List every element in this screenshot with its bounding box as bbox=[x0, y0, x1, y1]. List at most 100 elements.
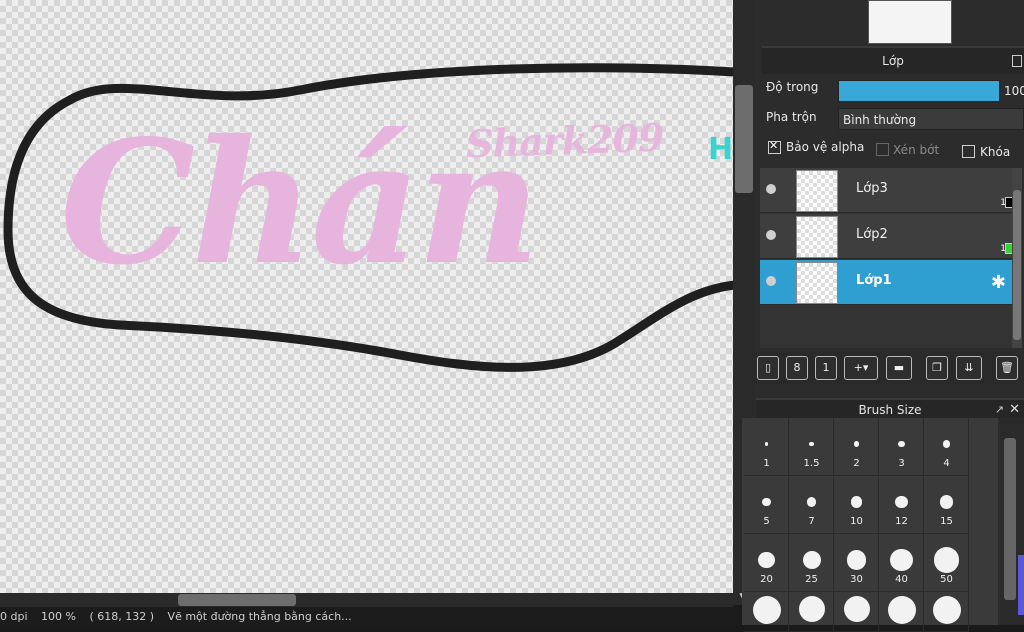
new-1bit-layer-icon[interactable]: 1 bbox=[815, 356, 837, 380]
canvas-horizontal-scroll-thumb[interactable] bbox=[178, 594, 296, 606]
brush-size-title: Brush Size bbox=[858, 403, 922, 417]
brush-size-option[interactable]: 3 bbox=[879, 418, 924, 476]
trash-icon[interactable]: 🗑 bbox=[996, 356, 1018, 380]
brush-size-option[interactable] bbox=[879, 592, 924, 632]
new-layer-icon[interactable]: ▯ bbox=[757, 356, 779, 380]
layer-item[interactable]: Lớp2 1 bbox=[760, 214, 1018, 259]
layer-item[interactable]: Lớp3 1 bbox=[760, 168, 1018, 213]
brush-size-option[interactable]: 2 bbox=[834, 418, 879, 476]
brush-dot-icon bbox=[752, 596, 781, 624]
brush-size-label: 30 bbox=[850, 574, 863, 585]
gear-icon[interactable]: ✱ bbox=[991, 272, 1006, 293]
brush-size-option[interactable]: 5 bbox=[744, 476, 789, 534]
protect-alpha-checkbox[interactable] bbox=[768, 139, 781, 154]
duplicate-icon[interactable]: ❐ bbox=[926, 356, 948, 380]
brush-size-grid: 1 1.5 2 3 4 5 7 10 12 15 20 25 30 40 50 bbox=[742, 418, 998, 632]
brush-size-label: 7 bbox=[808, 516, 815, 527]
canvas-vertical-scroll-thumb[interactable] bbox=[735, 85, 753, 193]
brush-size-option[interactable]: 40 bbox=[879, 534, 924, 592]
brush-dot-icon bbox=[843, 596, 870, 622]
layer-list-scroll-thumb[interactable] bbox=[1013, 190, 1021, 340]
opacity-slider[interactable] bbox=[838, 80, 1000, 102]
brush-size-option[interactable] bbox=[789, 592, 834, 632]
opacity-value: 100 bbox=[1004, 84, 1024, 98]
signature-text: Shark209 bbox=[465, 114, 665, 167]
brush-size-label: 15 bbox=[940, 516, 953, 527]
brush-dot-icon bbox=[802, 551, 821, 569]
brush-dot-icon bbox=[932, 596, 961, 624]
brush-dot-icon bbox=[762, 497, 771, 507]
undock-icon[interactable] bbox=[1012, 55, 1022, 67]
brush-size-option[interactable]: 4 bbox=[924, 418, 969, 476]
brush-size-option[interactable] bbox=[744, 592, 789, 632]
brush-dot-icon bbox=[895, 495, 908, 509]
brush-dot-icon bbox=[850, 496, 863, 508]
status-dpi: 0 dpi bbox=[0, 610, 28, 623]
brush-grid-scroll-thumb[interactable] bbox=[1004, 438, 1016, 600]
brush-size-label: 1 bbox=[763, 458, 770, 469]
status-zoom: 100 % bbox=[41, 610, 76, 623]
visibility-eye-icon[interactable] bbox=[766, 276, 776, 286]
brush-size-option[interactable]: 7 bbox=[789, 476, 834, 534]
blend-label: Pha trộn bbox=[766, 110, 817, 124]
brush-dot-icon bbox=[939, 495, 954, 509]
popout-icon[interactable]: ↗ bbox=[995, 400, 1004, 420]
layer-thumbnail bbox=[796, 170, 838, 212]
merge-icon[interactable]: ⇊ bbox=[956, 356, 982, 380]
drawing-canvas[interactable]: Chán Shark209 H bbox=[0, 0, 735, 595]
brush-size-option[interactable] bbox=[834, 592, 879, 632]
navigator-preview[interactable] bbox=[868, 0, 952, 44]
visibility-eye-icon[interactable] bbox=[766, 230, 776, 240]
clip-label: Xén bớt bbox=[893, 143, 940, 157]
lock-checkbox[interactable] bbox=[962, 145, 975, 158]
blend-mode-select[interactable]: Bình thường bbox=[838, 108, 1024, 130]
layer-list: Lớp3 1 Lớp2 1 Lớp1 ✱ bbox=[760, 168, 1018, 348]
add-layer-dropdown-icon[interactable]: +▾ bbox=[844, 356, 878, 380]
brush-size-label: 12 bbox=[895, 516, 908, 527]
visibility-eye-icon[interactable] bbox=[766, 184, 776, 194]
brush-dot-icon bbox=[764, 442, 769, 446]
brush-size-option[interactable]: 1 bbox=[744, 418, 789, 476]
brush-dot-icon bbox=[887, 596, 916, 624]
brush-size-option[interactable]: 1.5 bbox=[789, 418, 834, 476]
brush-dot-icon bbox=[890, 548, 913, 572]
status-coords: ( 618, 132 ) bbox=[89, 610, 155, 623]
brush-size-option[interactable]: 20 bbox=[744, 534, 789, 592]
brush-dot-icon bbox=[809, 441, 814, 447]
protect-alpha-label: Bảo vệ alpha bbox=[786, 140, 865, 154]
brush-size-option[interactable] bbox=[924, 592, 969, 632]
brush-size-option[interactable]: 10 bbox=[834, 476, 879, 534]
layer-name: Lớp1 bbox=[856, 273, 892, 288]
layer-item-selected[interactable]: Lớp1 ✱ bbox=[760, 260, 1018, 305]
brush-dot-icon bbox=[846, 550, 867, 570]
layer-name: Lớp3 bbox=[856, 181, 888, 196]
brush-dot-icon bbox=[942, 440, 951, 448]
brush-dot-icon bbox=[898, 440, 905, 448]
clip-checkbox[interactable] bbox=[876, 143, 889, 156]
brush-size-label: 5 bbox=[763, 516, 770, 527]
folder-icon[interactable]: ▬ bbox=[886, 356, 912, 380]
brush-size-option[interactable]: 50 bbox=[924, 534, 969, 592]
new-8bit-layer-icon[interactable]: 8 bbox=[786, 356, 808, 380]
brush-dot-icon bbox=[798, 596, 825, 622]
brush-size-label: 20 bbox=[760, 574, 773, 585]
layer-panel-title: Lớp bbox=[882, 54, 904, 68]
close-icon[interactable]: ✕ bbox=[1009, 400, 1020, 420]
brush-size-option[interactable]: 30 bbox=[834, 534, 879, 592]
brush-size-option[interactable]: 25 bbox=[789, 534, 834, 592]
brush-size-option[interactable]: 15 bbox=[924, 476, 969, 534]
brush-size-label: 2 bbox=[853, 458, 860, 469]
canvas-horizontal-scrollbar[interactable] bbox=[0, 593, 733, 607]
status-hint: Vẽ một đường thẳng bằng cách... bbox=[167, 610, 352, 623]
accent-mark: H bbox=[708, 132, 734, 167]
brush-size-label: 50 bbox=[940, 574, 953, 585]
opacity-label: Độ trong bbox=[766, 80, 819, 94]
brush-dot-icon bbox=[806, 497, 817, 507]
status-bar: 0 dpi 100 % ( 618, 132 ) Vẽ một đường th… bbox=[0, 608, 740, 625]
brush-size-label: 40 bbox=[895, 574, 908, 585]
layer-panel-header: Lớp bbox=[762, 46, 1024, 74]
layer-name: Lớp2 bbox=[856, 227, 888, 242]
brush-size-option[interactable]: 12 bbox=[879, 476, 924, 534]
brush-size-panel-header: Brush Size ↗ ✕ bbox=[756, 398, 1024, 420]
brush-size-label: 1.5 bbox=[803, 458, 820, 469]
